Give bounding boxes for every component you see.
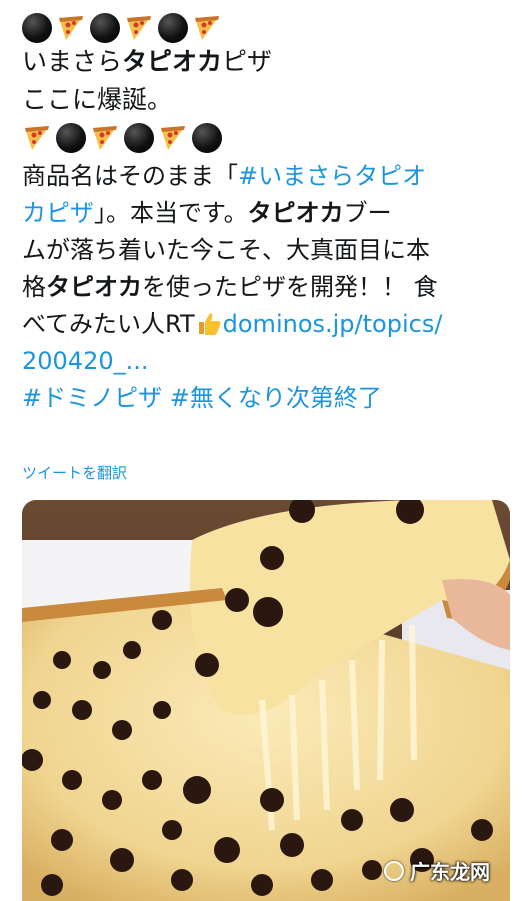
paragraph-bold: タピオカ [247,199,344,227]
hashtag-line: #ドミノピザ #無くなり次第終了 [22,380,518,417]
tweet-paragraph: 商品名はそのまま「#いまさらタピオ カピザ」。本当です。タピオカブー ムが落ち着… [22,158,518,417]
black-circle-icon [56,123,86,153]
paragraph-text-end: ブー [343,199,392,227]
pizza-photo [22,500,510,901]
watermark-logo-icon [384,860,404,881]
hashtag-link-part1[interactable]: #いまさらタピオ [238,162,426,190]
pizza-icon [25,126,49,150]
hashtag-dominos[interactable]: #ドミノピザ [22,384,162,412]
pizza-icon [93,126,117,150]
headline-bold: タピオカ [122,47,223,76]
paragraph-line-3: ムが落ち着いた今こそ、大真面目に本 [22,236,430,264]
watermark: 广东龙网 [384,856,490,885]
translate-tweet-link[interactable]: ツイートを翻訳 [22,462,127,483]
paragraph-line-2: カピザ」。本当です。タピオカブー [22,195,518,232]
emoji-row-bottom [22,120,518,156]
watermark-text: 广东龙网 [410,860,490,884]
black-circle-icon [192,123,222,153]
paragraph-text: 格 [22,273,46,301]
paragraph-text: べてみたい人RT [22,310,195,338]
paragraph-text-end: を使ったピザを開発！！ 食 [142,273,438,301]
headline-text: いまさら [22,47,123,76]
url-link-part2[interactable]: 200420_... [22,347,149,375]
black-circle-icon [90,13,120,43]
pizza-icon [59,16,83,40]
emoji-row-top [22,10,518,46]
tweet-body: いまさらタピオカピザ ここに爆誕。 商品名はそのまま「#いまさらタピオ カピザ」… [22,10,518,417]
paragraph-line-6: 200420_... [22,343,518,380]
pizza-icon [195,16,219,40]
black-circle-icon [124,123,154,153]
paragraph-text: 」。本当です。 [94,199,248,227]
headline-line-2: ここに爆誕。 [22,85,173,114]
thumbs-up-icon [198,313,221,335]
black-circle-icon [158,13,188,43]
url-link-part1[interactable]: dominos.jp/topics/ [223,310,443,338]
paragraph-text: 商品名はそのまま「 [22,162,238,190]
paragraph-line-4: 格タピオカを使ったピザを開発！！ 食 [22,269,518,306]
paragraph-line-1: 商品名はそのまま「#いまさらタピオ [22,158,518,195]
hashtag-link-part2[interactable]: カピザ [22,199,94,227]
hashtag-limited[interactable]: #無くなり次第終了 [170,384,382,412]
pizza-icon [161,126,185,150]
headline-text-end: ピザ [222,47,273,76]
black-circle-icon [22,13,52,43]
headline-line-1: いまさらタピオカピザ [22,46,518,78]
pizza-icon [127,16,151,40]
tweet-media-image[interactable]: 广东龙网 [22,500,510,901]
paragraph-bold: タピオカ [46,273,142,301]
paragraph-line-5: べてみたい人RT dominos.jp/topics/ [22,306,518,343]
